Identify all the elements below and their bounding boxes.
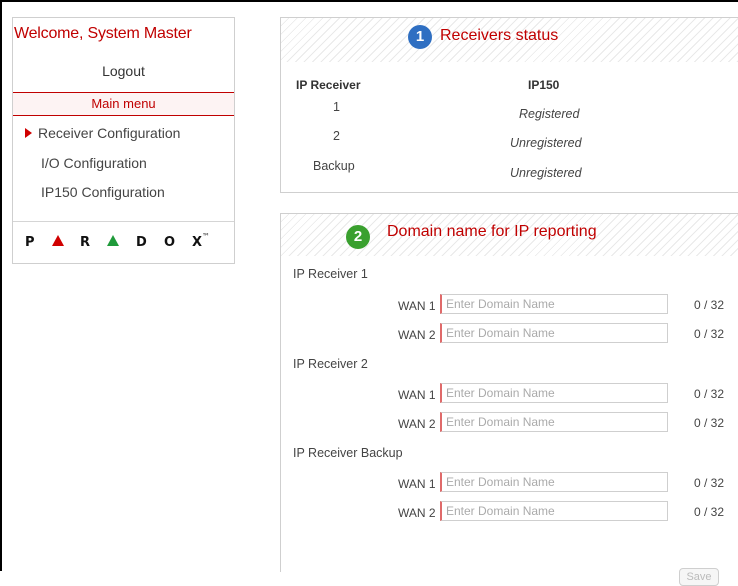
wan-label: WAN 2 bbox=[398, 328, 436, 342]
logo-letter: R bbox=[80, 235, 91, 250]
char-counter: 0 / 32 bbox=[693, 387, 724, 401]
menu-item-ip150-configuration[interactable]: IP150 Configuration bbox=[41, 184, 165, 200]
status-cell: Registered bbox=[519, 107, 580, 121]
receiver-2-wan-1-domain-input[interactable] bbox=[440, 383, 668, 403]
status-cell: Unregistered bbox=[510, 166, 582, 180]
logo-letter: D bbox=[136, 235, 147, 250]
wan-label: WAN 1 bbox=[398, 477, 436, 491]
triangle-green-icon bbox=[107, 235, 119, 246]
wan-label: WAN 1 bbox=[398, 388, 436, 402]
receiver-cell: Backup bbox=[313, 159, 355, 173]
wan-label: WAN 2 bbox=[398, 417, 436, 431]
receiver-cell: 1 bbox=[333, 100, 340, 114]
sidebar: Welcome, System Master Logout Main menu … bbox=[12, 17, 235, 264]
status-cell: Unregistered bbox=[510, 136, 582, 150]
char-counter: 0 / 32 bbox=[693, 298, 724, 312]
caret-right-icon bbox=[25, 128, 32, 138]
receiver-1-wan-1-domain-input[interactable] bbox=[440, 294, 668, 314]
ip150-column-header: IP150 bbox=[528, 78, 560, 92]
sidebar-divider bbox=[13, 221, 234, 222]
menu-item-label: IP150 Configuration bbox=[41, 184, 165, 200]
backup-wan-1-domain-input[interactable] bbox=[440, 472, 668, 492]
char-counter: 0 / 32 bbox=[693, 416, 724, 430]
char-counter: 0 / 32 bbox=[693, 505, 724, 519]
char-counter: 0 / 32 bbox=[693, 476, 724, 490]
welcome-text: Welcome, System Master bbox=[14, 25, 192, 42]
domain-name-panel: 2 Domain name for IP reporting IP Receiv… bbox=[280, 213, 738, 586]
paradox-logo: P R D O X ™ bbox=[25, 232, 225, 255]
ip-receiver-backup-label: IP Receiver Backup bbox=[293, 446, 403, 460]
window-border-left bbox=[0, 0, 2, 571]
receivers-status-title: Receivers status bbox=[440, 27, 559, 44]
menu-item-receiver-configuration[interactable]: Receiver Configuration bbox=[25, 125, 180, 141]
logo-letter: P bbox=[25, 235, 35, 250]
menu-item-io-configuration[interactable]: I/O Configuration bbox=[41, 155, 147, 171]
logo-letter: X bbox=[192, 235, 203, 250]
char-counter: 0 / 32 bbox=[693, 327, 724, 341]
logo-letter: O bbox=[164, 235, 176, 250]
domain-name-title: Domain name for IP reporting bbox=[387, 223, 597, 240]
menu-item-label: I/O Configuration bbox=[41, 155, 147, 171]
receiver-1-wan-2-domain-input[interactable] bbox=[440, 323, 668, 343]
receivers-status-panel: 1 Receivers status IP Receiver IP150 1 R… bbox=[280, 17, 738, 193]
ip-receiver-2-label: IP Receiver 2 bbox=[293, 357, 368, 371]
step-1-badge: 1 bbox=[408, 25, 432, 49]
logout-link[interactable]: Logout bbox=[13, 63, 234, 79]
backup-wan-2-domain-input[interactable] bbox=[440, 501, 668, 521]
triangle-red-icon bbox=[52, 235, 64, 246]
window-border-top bbox=[0, 0, 738, 2]
wan-label: WAN 2 bbox=[398, 506, 436, 520]
ip-receiver-1-label: IP Receiver 1 bbox=[293, 267, 368, 281]
menu-item-label: Receiver Configuration bbox=[38, 125, 181, 141]
wan-label: WAN 1 bbox=[398, 299, 436, 313]
logo-trademark: ™ bbox=[202, 232, 210, 241]
ip-receiver-column-header: IP Receiver bbox=[296, 78, 361, 92]
receiver-2-wan-2-domain-input[interactable] bbox=[440, 412, 668, 432]
main-menu-header: Main menu bbox=[13, 92, 234, 116]
receiver-cell: 2 bbox=[333, 129, 340, 143]
step-2-badge: 2 bbox=[346, 225, 370, 249]
